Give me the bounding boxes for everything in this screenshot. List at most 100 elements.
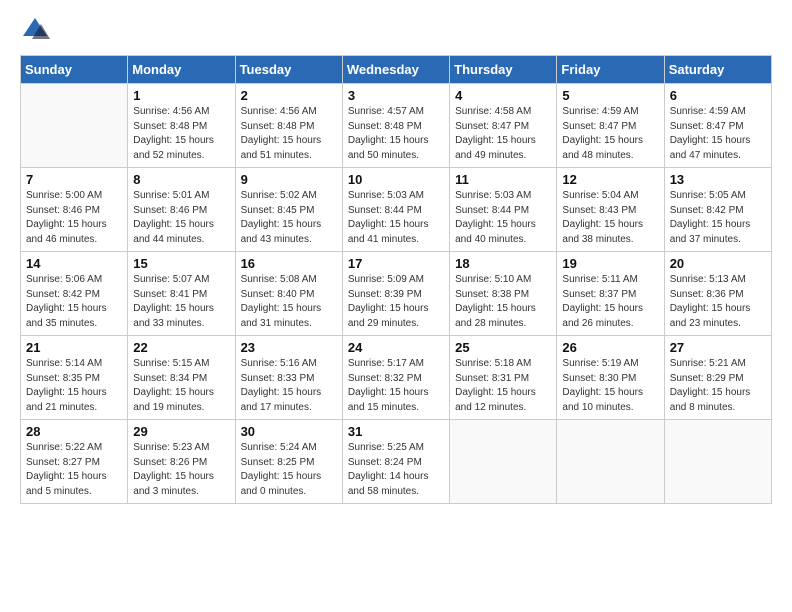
day-number: 15 <box>133 256 229 271</box>
day-number: 31 <box>348 424 444 439</box>
day-info: Sunrise: 5:08 AM Sunset: 8:40 PM Dayligh… <box>241 273 337 331</box>
day-number: 25 <box>455 340 551 355</box>
calendar-cell: 31 Sunrise: 5:25 AM Sunset: 8:24 PM Dayli… <box>342 420 449 504</box>
day-number: 16 <box>241 256 337 271</box>
day-info: Sunrise: 5:03 AM Sunset: 8:44 PM Dayligh… <box>348 189 444 247</box>
day-number: 1 <box>133 88 229 103</box>
day-info: Sunrise: 4:59 AM Sunset: 8:47 PM Dayligh… <box>670 105 766 163</box>
day-info: Sunrise: 4:59 AM Sunset: 8:47 PM Dayligh… <box>562 105 658 163</box>
calendar-cell: 19 Sunrise: 5:11 AM Sunset: 8:37 PM Dayli… <box>557 252 664 336</box>
day-number: 30 <box>241 424 337 439</box>
day-number: 10 <box>348 172 444 187</box>
calendar-cell: 16 Sunrise: 5:08 AM Sunset: 8:40 PM Dayli… <box>235 252 342 336</box>
calendar-cell: 13 Sunrise: 5:05 AM Sunset: 8:42 PM Dayli… <box>664 168 771 252</box>
page-container: SundayMondayTuesdayWednesdayThursdayFrid… <box>0 0 792 519</box>
calendar-header-saturday: Saturday <box>664 56 771 84</box>
calendar-cell: 7Sunrise: 5:00 AM Sunset: 8:46 PM Daylig… <box>21 168 128 252</box>
calendar-cell: 28 Sunrise: 5:22 AM Sunset: 8:27 PM Dayli… <box>21 420 128 504</box>
calendar-header-wednesday: Wednesday <box>342 56 449 84</box>
calendar-week-row: 28 Sunrise: 5:22 AM Sunset: 8:27 PM Dayli… <box>21 420 772 504</box>
calendar-cell: 3 Sunrise: 4:57 AM Sunset: 8:48 PM Daylig… <box>342 84 449 168</box>
day-number: 11 <box>455 172 551 187</box>
day-info: Sunrise: 4:56 AM Sunset: 8:48 PM Dayligh… <box>133 105 229 163</box>
calendar-cell: 1 Sunrise: 4:56 AM Sunset: 8:48 PM Daylig… <box>128 84 235 168</box>
day-info: Sunrise: 5:13 AM Sunset: 8:36 PM Dayligh… <box>670 273 766 331</box>
day-number: 6 <box>670 88 766 103</box>
day-info: Sunrise: 5:07 AM Sunset: 8:41 PM Dayligh… <box>133 273 229 331</box>
day-number: 29 <box>133 424 229 439</box>
day-number: 19 <box>562 256 658 271</box>
day-number: 22 <box>133 340 229 355</box>
calendar-cell: 21Sunrise: 5:14 AM Sunset: 8:35 PM Dayli… <box>21 336 128 420</box>
header <box>20 15 772 45</box>
day-info: Sunrise: 5:15 AM Sunset: 8:34 PM Dayligh… <box>133 357 229 415</box>
day-info: Sunrise: 5:01 AM Sunset: 8:46 PM Dayligh… <box>133 189 229 247</box>
calendar-week-row: 14 Sunrise: 5:06 AM Sunset: 8:42 PM Dayli… <box>21 252 772 336</box>
day-info: Sunrise: 5:05 AM Sunset: 8:42 PM Dayligh… <box>670 189 766 247</box>
calendar-cell: 9Sunrise: 5:02 AM Sunset: 8:45 PM Daylig… <box>235 168 342 252</box>
calendar-header-monday: Monday <box>128 56 235 84</box>
calendar-cell: 5 Sunrise: 4:59 AM Sunset: 8:47 PM Daylig… <box>557 84 664 168</box>
calendar-cell: 15 Sunrise: 5:07 AM Sunset: 8:41 PM Dayli… <box>128 252 235 336</box>
day-info: Sunrise: 5:25 AM Sunset: 8:24 PM Dayligh… <box>348 441 444 499</box>
calendar-week-row: 7Sunrise: 5:00 AM Sunset: 8:46 PM Daylig… <box>21 168 772 252</box>
day-number: 13 <box>670 172 766 187</box>
day-info: Sunrise: 5:23 AM Sunset: 8:26 PM Dayligh… <box>133 441 229 499</box>
calendar-header-thursday: Thursday <box>450 56 557 84</box>
logo <box>20 15 54 45</box>
day-info: Sunrise: 5:03 AM Sunset: 8:44 PM Dayligh… <box>455 189 551 247</box>
day-info: Sunrise: 5:09 AM Sunset: 8:39 PM Dayligh… <box>348 273 444 331</box>
calendar-cell: 23 Sunrise: 5:16 AM Sunset: 8:33 PM Dayli… <box>235 336 342 420</box>
calendar-cell: 4 Sunrise: 4:58 AM Sunset: 8:47 PM Daylig… <box>450 84 557 168</box>
calendar-cell: 17 Sunrise: 5:09 AM Sunset: 8:39 PM Dayli… <box>342 252 449 336</box>
calendar-header-sunday: Sunday <box>21 56 128 84</box>
calendar-cell <box>664 420 771 504</box>
day-info: Sunrise: 4:58 AM Sunset: 8:47 PM Dayligh… <box>455 105 551 163</box>
calendar-cell <box>450 420 557 504</box>
day-info: Sunrise: 5:11 AM Sunset: 8:37 PM Dayligh… <box>562 273 658 331</box>
calendar-cell: 25Sunrise: 5:18 AM Sunset: 8:31 PM Dayli… <box>450 336 557 420</box>
calendar-header-row: SundayMondayTuesdayWednesdayThursdayFrid… <box>21 56 772 84</box>
calendar-cell: 26 Sunrise: 5:19 AM Sunset: 8:30 PM Dayli… <box>557 336 664 420</box>
day-number: 8 <box>133 172 229 187</box>
day-number: 27 <box>670 340 766 355</box>
day-number: 18 <box>455 256 551 271</box>
day-number: 14 <box>26 256 122 271</box>
day-info: Sunrise: 5:10 AM Sunset: 8:38 PM Dayligh… <box>455 273 551 331</box>
day-info: Sunrise: 4:56 AM Sunset: 8:48 PM Dayligh… <box>241 105 337 163</box>
day-number: 4 <box>455 88 551 103</box>
calendar-cell: 6 Sunrise: 4:59 AM Sunset: 8:47 PM Daylig… <box>664 84 771 168</box>
day-number: 21 <box>26 340 122 355</box>
day-number: 28 <box>26 424 122 439</box>
day-number: 5 <box>562 88 658 103</box>
calendar-cell: 8 Sunrise: 5:01 AM Sunset: 8:46 PM Daylig… <box>128 168 235 252</box>
calendar-cell: 2 Sunrise: 4:56 AM Sunset: 8:48 PM Daylig… <box>235 84 342 168</box>
day-number: 20 <box>670 256 766 271</box>
day-info: Sunrise: 5:02 AM Sunset: 8:45 PM Dayligh… <box>241 189 337 247</box>
calendar-cell <box>21 84 128 168</box>
calendar-week-row: 21Sunrise: 5:14 AM Sunset: 8:35 PM Dayli… <box>21 336 772 420</box>
calendar-cell: 20 Sunrise: 5:13 AM Sunset: 8:36 PM Dayli… <box>664 252 771 336</box>
calendar-cell: 30Sunrise: 5:24 AM Sunset: 8:25 PM Dayli… <box>235 420 342 504</box>
day-number: 26 <box>562 340 658 355</box>
calendar-cell: 12Sunrise: 5:04 AM Sunset: 8:43 PM Dayli… <box>557 168 664 252</box>
calendar-header-friday: Friday <box>557 56 664 84</box>
logo-icon <box>20 15 50 45</box>
day-info: Sunrise: 5:00 AM Sunset: 8:46 PM Dayligh… <box>26 189 122 247</box>
calendar-cell: 29 Sunrise: 5:23 AM Sunset: 8:26 PM Dayli… <box>128 420 235 504</box>
calendar-cell: 22 Sunrise: 5:15 AM Sunset: 8:34 PM Dayli… <box>128 336 235 420</box>
day-number: 17 <box>348 256 444 271</box>
calendar-cell: 14 Sunrise: 5:06 AM Sunset: 8:42 PM Dayli… <box>21 252 128 336</box>
day-info: Sunrise: 5:22 AM Sunset: 8:27 PM Dayligh… <box>26 441 122 499</box>
day-info: Sunrise: 5:04 AM Sunset: 8:43 PM Dayligh… <box>562 189 658 247</box>
calendar-cell: 24Sunrise: 5:17 AM Sunset: 8:32 PM Dayli… <box>342 336 449 420</box>
day-number: 3 <box>348 88 444 103</box>
calendar-table: SundayMondayTuesdayWednesdayThursdayFrid… <box>20 55 772 504</box>
calendar-cell: 11 Sunrise: 5:03 AM Sunset: 8:44 PM Dayli… <box>450 168 557 252</box>
day-info: Sunrise: 5:06 AM Sunset: 8:42 PM Dayligh… <box>26 273 122 331</box>
day-info: Sunrise: 5:19 AM Sunset: 8:30 PM Dayligh… <box>562 357 658 415</box>
day-info: Sunrise: 5:16 AM Sunset: 8:33 PM Dayligh… <box>241 357 337 415</box>
day-info: Sunrise: 4:57 AM Sunset: 8:48 PM Dayligh… <box>348 105 444 163</box>
day-number: 2 <box>241 88 337 103</box>
day-number: 23 <box>241 340 337 355</box>
